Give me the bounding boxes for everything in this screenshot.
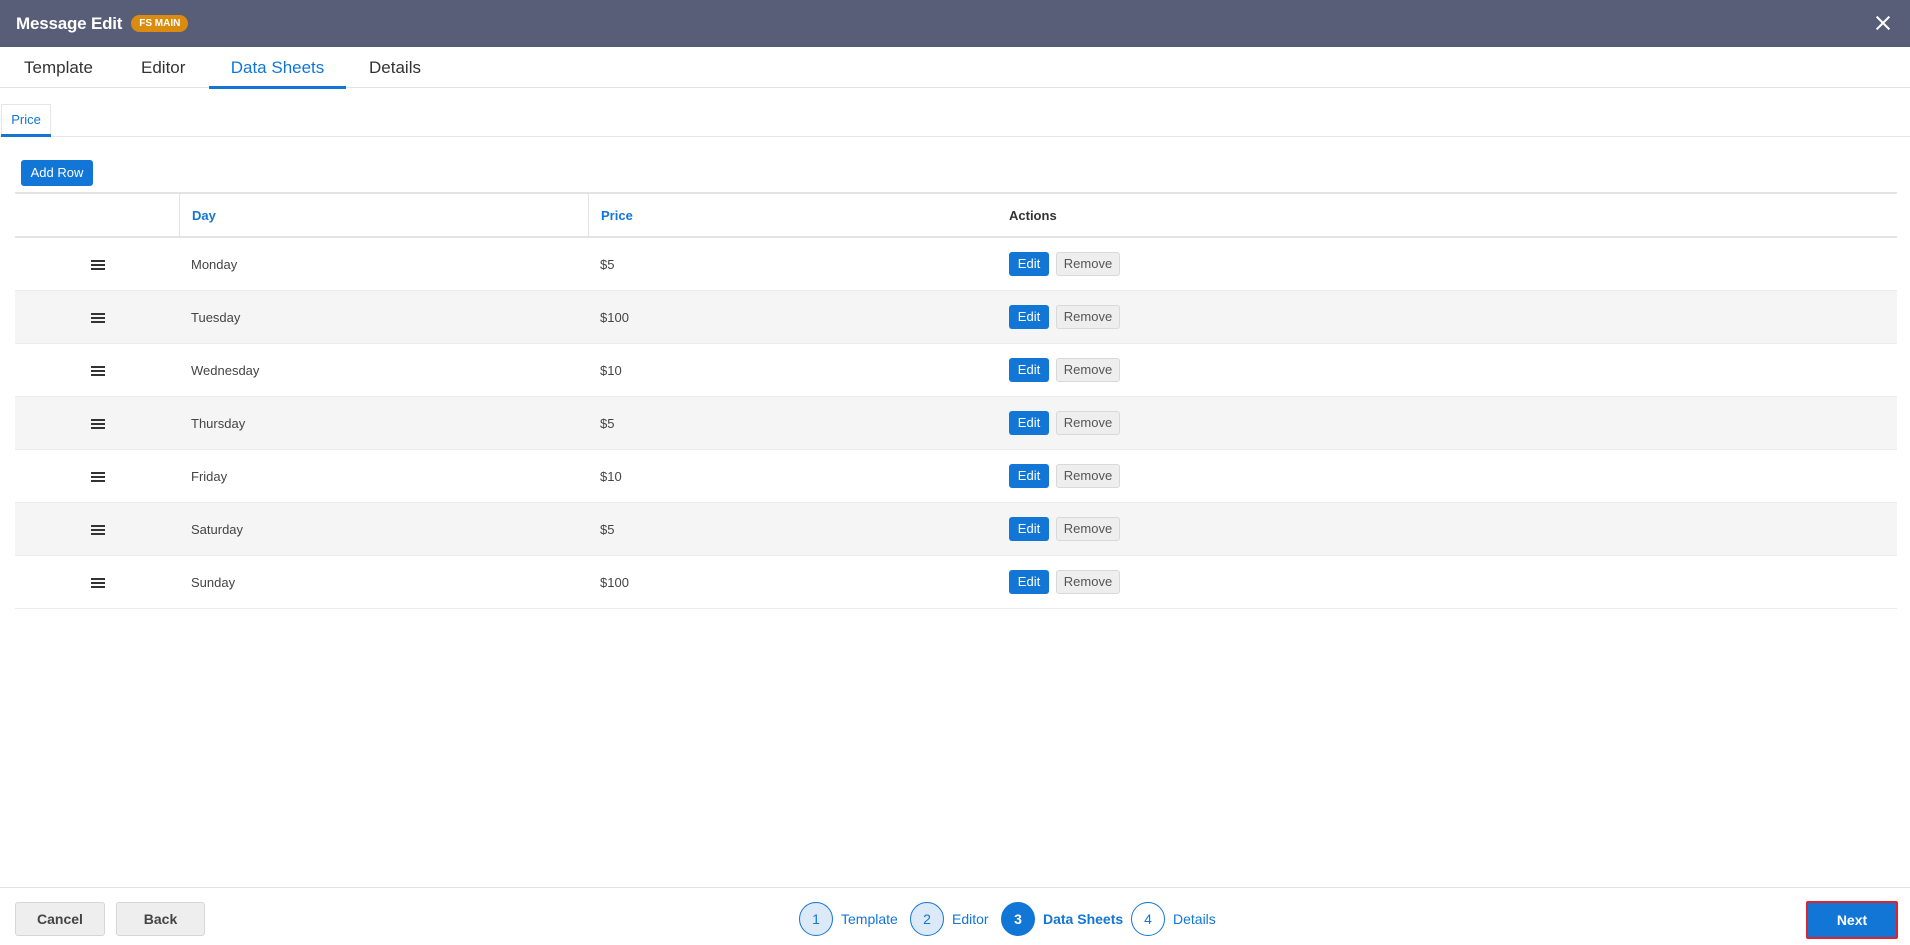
- column-header-actions: Actions: [1009, 208, 1057, 223]
- tab-template[interactable]: Template: [24, 47, 93, 88]
- step-label: Template: [841, 911, 898, 927]
- table-row: Wednesday $10 Edit Remove: [15, 344, 1897, 397]
- price-cell: $5: [600, 522, 615, 537]
- drag-handle-icon[interactable]: [91, 525, 105, 535]
- day-cell: Tuesday: [191, 310, 241, 325]
- step-number: 1: [799, 902, 833, 936]
- step-editor[interactable]: 2 Editor: [910, 902, 989, 936]
- step-label: Data Sheets: [1043, 911, 1124, 927]
- title-bar: Message Edit FS MAIN: [0, 0, 1910, 47]
- data-sheet-table: Day Price Actions Monday $5 Edit Remove …: [15, 192, 1897, 609]
- day-cell: Friday: [191, 469, 228, 484]
- main-tabs: Template Editor Data Sheets Details: [0, 47, 1910, 89]
- edit-button[interactable]: Edit: [1009, 305, 1049, 329]
- window-title: Message Edit: [16, 13, 123, 33]
- back-button[interactable]: Back: [116, 902, 205, 936]
- step-number: 2: [910, 902, 944, 936]
- remove-button[interactable]: Remove: [1056, 517, 1120, 541]
- step-data-sheets[interactable]: 3 Data Sheets: [1001, 902, 1123, 936]
- add-row-button[interactable]: Add Row: [21, 160, 93, 186]
- remove-button[interactable]: Remove: [1056, 464, 1120, 488]
- drag-handle-icon[interactable]: [91, 472, 105, 482]
- edit-button[interactable]: Edit: [1009, 517, 1049, 541]
- remove-button[interactable]: Remove: [1056, 411, 1120, 435]
- wizard-footer: Cancel Back 1 Template 2 Editor 3 Data S…: [0, 887, 1910, 945]
- drag-handle-icon[interactable]: [91, 419, 105, 429]
- day-cell: Thursday: [191, 416, 246, 431]
- edit-button[interactable]: Edit: [1009, 464, 1049, 488]
- day-cell: Sunday: [191, 575, 236, 590]
- drag-handle-icon[interactable]: [91, 313, 105, 323]
- column-divider: [588, 194, 589, 238]
- edit-button[interactable]: Edit: [1009, 252, 1049, 276]
- edit-button[interactable]: Edit: [1009, 570, 1049, 594]
- drag-handle-icon[interactable]: [91, 578, 105, 588]
- column-header-price[interactable]: Price: [601, 194, 633, 238]
- sheet-tab-price[interactable]: Price: [1, 104, 51, 137]
- remove-button[interactable]: Remove: [1056, 570, 1120, 594]
- price-cell: $100: [600, 310, 629, 325]
- tab-details[interactable]: Details: [369, 47, 421, 88]
- close-icon[interactable]: [1872, 12, 1894, 34]
- day-cell: Monday: [191, 257, 238, 272]
- table-row: Monday $5 Edit Remove: [15, 238, 1897, 291]
- price-cell: $5: [600, 257, 615, 272]
- table-row: Tuesday $100 Edit Remove: [15, 291, 1897, 344]
- price-cell: $5: [600, 416, 615, 431]
- step-number: 4: [1131, 902, 1165, 936]
- step-template[interactable]: 1 Template: [799, 902, 898, 936]
- table-row: Friday $10 Edit Remove: [15, 450, 1897, 503]
- day-cell: Saturday: [191, 522, 244, 537]
- tab-editor[interactable]: Editor: [141, 47, 185, 88]
- sheet-tabs: Price: [0, 104, 1910, 137]
- remove-button[interactable]: Remove: [1056, 358, 1120, 382]
- edit-button[interactable]: Edit: [1009, 411, 1049, 435]
- step-label: Details: [1173, 911, 1216, 927]
- column-divider: [179, 194, 180, 238]
- price-cell: $10: [600, 469, 622, 484]
- table-header: Day Price Actions: [15, 192, 1897, 238]
- price-cell: $100: [600, 575, 629, 590]
- edit-button[interactable]: Edit: [1009, 358, 1049, 382]
- tab-data-sheets[interactable]: Data Sheets: [209, 47, 346, 89]
- remove-button[interactable]: Remove: [1056, 252, 1120, 276]
- step-details[interactable]: 4 Details: [1131, 902, 1216, 936]
- next-button[interactable]: Next: [1806, 901, 1898, 939]
- step-number: 3: [1001, 902, 1035, 936]
- step-label: Editor: [952, 911, 989, 927]
- day-cell: Wednesday: [191, 363, 260, 378]
- table-row: Saturday $5 Edit Remove: [15, 503, 1897, 556]
- table-row: Sunday $100 Edit Remove: [15, 556, 1897, 609]
- table-row: Thursday $5 Edit Remove: [15, 397, 1897, 450]
- column-header-day[interactable]: Day: [192, 194, 216, 238]
- drag-handle-icon[interactable]: [91, 366, 105, 376]
- remove-button[interactable]: Remove: [1056, 305, 1120, 329]
- drag-handle-icon[interactable]: [91, 260, 105, 270]
- price-cell: $10: [600, 363, 622, 378]
- cancel-button[interactable]: Cancel: [15, 902, 105, 936]
- environment-badge: FS MAIN: [131, 15, 189, 32]
